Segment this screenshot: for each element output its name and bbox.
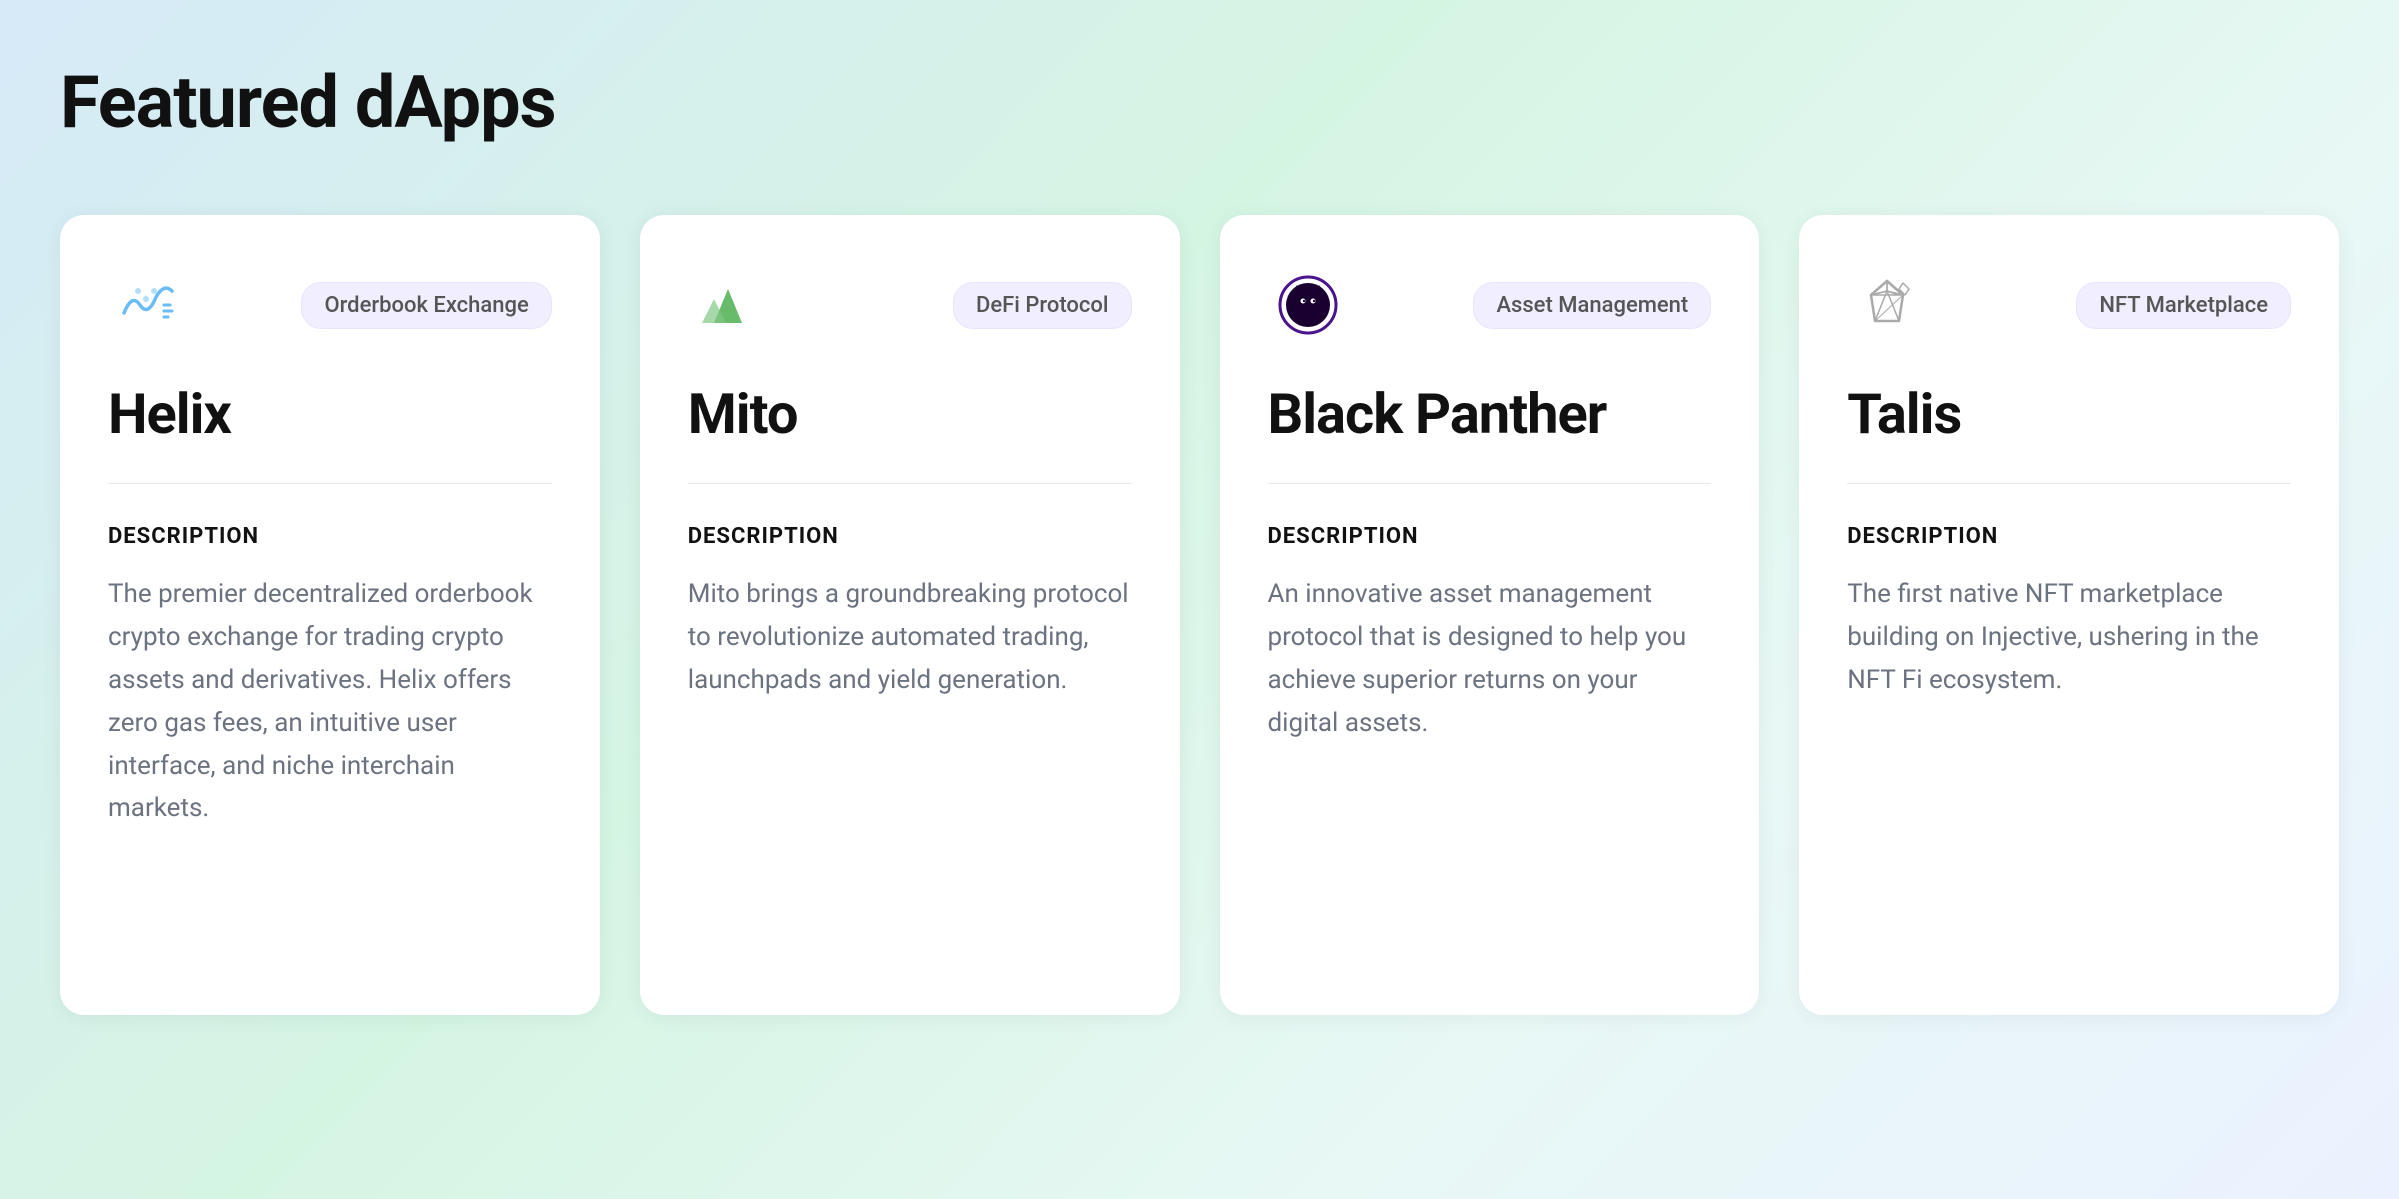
talis-icon bbox=[1847, 265, 1927, 345]
mito-badge: DeFi Protocol bbox=[953, 282, 1132, 329]
helix-card[interactable]: Orderbook Exchange Helix DESCRIPTION The… bbox=[60, 215, 600, 1015]
black-panther-divider bbox=[1268, 483, 1712, 484]
black-panther-name: Black Panther bbox=[1268, 381, 1712, 447]
talis-name: Talis bbox=[1847, 381, 2291, 447]
black-panther-badge: Asset Management bbox=[1473, 282, 1711, 329]
black-panther-card[interactable]: Asset Management Black Panther DESCRIPTI… bbox=[1220, 215, 1760, 1015]
talis-divider bbox=[1847, 483, 2291, 484]
helix-card-header: Orderbook Exchange bbox=[108, 265, 552, 345]
helix-desc-text: The premier decentralized orderbook cryp… bbox=[108, 573, 552, 830]
cards-grid: Orderbook Exchange Helix DESCRIPTION The… bbox=[60, 215, 2339, 1015]
black-panther-desc-text: An innovative asset management protocol … bbox=[1268, 573, 1712, 745]
mito-card-header: DeFi Protocol bbox=[688, 265, 1132, 345]
mito-divider bbox=[688, 483, 1132, 484]
mito-icon bbox=[688, 265, 768, 345]
mito-desc-text: Mito brings a groundbreaking protocol to… bbox=[688, 573, 1132, 702]
panther-icon bbox=[1268, 265, 1348, 345]
talis-desc-text: The first native NFT marketplace buildin… bbox=[1847, 573, 2291, 702]
black-panther-desc-label: DESCRIPTION bbox=[1268, 524, 1712, 549]
talis-card[interactable]: NFT Marketplace Talis DESCRIPTION The fi… bbox=[1799, 215, 2339, 1015]
mito-desc-label: DESCRIPTION bbox=[688, 524, 1132, 549]
page-title: Featured dApps bbox=[60, 60, 2339, 145]
helix-badge: Orderbook Exchange bbox=[301, 282, 551, 329]
black-panther-card-header: Asset Management bbox=[1268, 265, 1712, 345]
helix-divider bbox=[108, 483, 552, 484]
helix-desc-label: DESCRIPTION bbox=[108, 524, 552, 549]
talis-desc-label: DESCRIPTION bbox=[1847, 524, 2291, 549]
talis-card-header: NFT Marketplace bbox=[1847, 265, 2291, 345]
mito-card[interactable]: DeFi Protocol Mito DESCRIPTION Mito brin… bbox=[640, 215, 1180, 1015]
helix-name: Helix bbox=[108, 381, 552, 447]
talis-badge: NFT Marketplace bbox=[2076, 282, 2291, 329]
helix-icon bbox=[108, 265, 188, 345]
mito-name: Mito bbox=[688, 381, 1132, 447]
